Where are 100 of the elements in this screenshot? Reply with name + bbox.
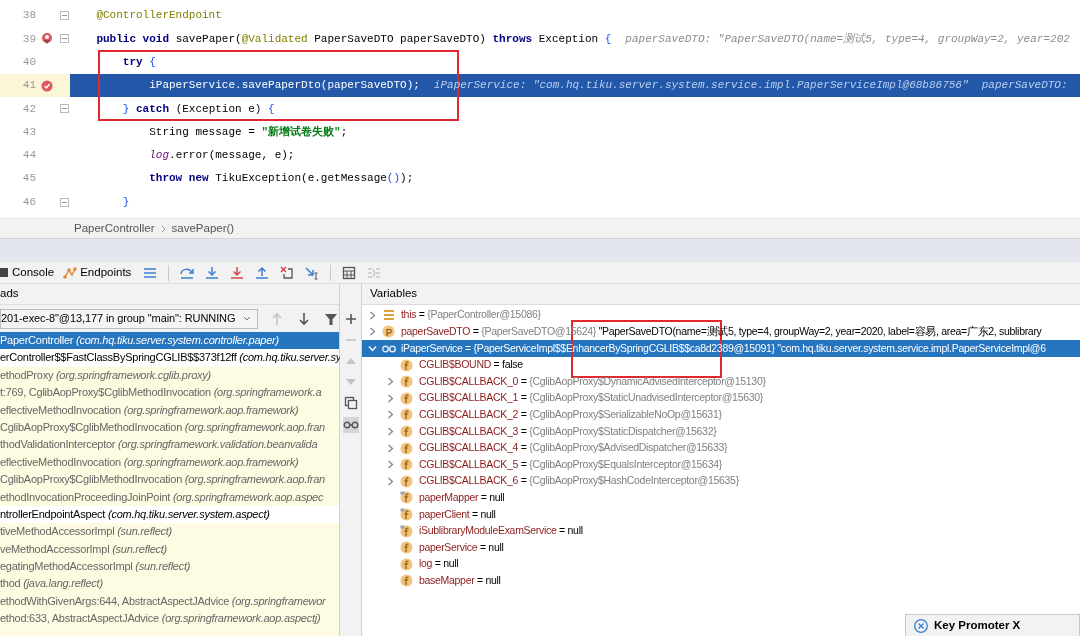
- stack-frame[interactable]: CglibAopProxy$CglibMethodInvocation (org.springframework.aop.fran: [0, 471, 339, 489]
- field-icon: [400, 391, 413, 405]
- force-step-into-icon[interactable]: [230, 265, 245, 280]
- console-icon: [0, 267, 9, 278]
- field-icon: [400, 458, 413, 472]
- notification-popup[interactable]: Key Promoter X: [905, 614, 1080, 636]
- menu-icon[interactable]: [143, 265, 158, 280]
- caret-icon: [243, 316, 251, 321]
- thread-dropdown[interactable]: 201-exec-8"@13,177 in group "main": RUNNING: [0, 308, 258, 329]
- stack-frame[interactable]: ethodWithGivenArgs:644, AbstractAspectJAdvice (org.springframewor: [0, 592, 339, 611]
- tree-row[interactable]: this = {PaperController@15086}: [362, 307, 1080, 324]
- field-icon: [400, 441, 413, 455]
- inline-value-hint: paperSaveDTO: "PaperSaveDTO(name=测试5, type=4, groupWay=2, year=202: [625, 31, 1070, 47]
- line-number: 44: [21, 148, 36, 164]
- variable-entry: paperMapper = null: [419, 489, 505, 505]
- code-line: log.error(message, e);: [148, 148, 295, 164]
- field-icon: [400, 524, 413, 538]
- run-to-cursor-icon[interactable]: [305, 265, 320, 280]
- field-icon: [400, 557, 413, 571]
- line-number: 46: [21, 194, 36, 210]
- fold-icon[interactable]: [59, 11, 69, 21]
- tree-row[interactable]: CGLIB$BOUND = false: [362, 356, 1080, 374]
- step-into-icon[interactable]: [205, 265, 220, 280]
- variable-entry: paperClient = null: [419, 506, 496, 522]
- tree-row[interactable]: baseMapper = null: [362, 572, 1080, 590]
- code-line: String message = "新增试卷失败";: [148, 124, 348, 140]
- stack-frame[interactable]: ethod:633, AbstractAspectJAdvice (org.springframework.aop.aspectj): [0, 610, 339, 628]
- stack-frame[interactable]: tiveMethodAccessorImpl (sun.reflect): [0, 523, 339, 541]
- tree-row[interactable]: iSublibraryModuleExamService = null: [362, 522, 1080, 540]
- tree-row[interactable]: log = null: [362, 555, 1080, 573]
- code-line: public void savePaper(@Validated PaperSaveDTO paperSaveDTO) throws Exception {: [95, 31, 612, 47]
- code-line: try {: [121, 55, 156, 70]
- panel-title: ads: [0, 286, 19, 302]
- field-icon: [400, 491, 413, 505]
- variable-entry: iSublibraryModuleExamService = null: [419, 523, 583, 539]
- code-line: } catch (Exception e) {: [121, 101, 275, 117]
- tree-row[interactable]: paperService = null: [362, 539, 1080, 556]
- tree-row[interactable]: paperClient = null: [362, 506, 1080, 523]
- line-number: 39: [21, 31, 36, 47]
- tree-row[interactable]: CGLIB$CALLBACK_1 = {CglibAopProxy$StaticUnadvisedInterceptor@15630}: [362, 389, 1080, 407]
- line-number: 42: [21, 101, 36, 117]
- stack-frame[interactable]: thod (java.lang.reflect): [0, 575, 339, 593]
- calculator-icon[interactable]: [342, 265, 357, 280]
- field-icon: [400, 541, 413, 555]
- fold-icon[interactable]: [59, 104, 69, 114]
- variable-entry: CGLIB$CALLBACK_0 = {CglibAopProxy$DynamicAdvisedInterceptor@15130}: [419, 373, 766, 389]
- stack-frame[interactable]: egatingMethodAccessorImpl (sun.reflect): [0, 558, 339, 576]
- fold-icon[interactable]: [59, 34, 69, 44]
- tree-row[interactable]: CGLIB$CALLBACK_3 = {CglibAopProxy$StaticDispatcher@15632}: [362, 423, 1080, 440]
- down-arrow-icon[interactable]: [297, 311, 311, 326]
- stack-frame[interactable]: CglibAopProxy$CglibMethodInvocation (org.springframework.aop.fran: [0, 418, 339, 437]
- breadcrumb-item[interactable]: PaperController: [74, 219, 155, 238]
- stack-frame[interactable]: veMethodAccessorImpl (sun.reflect): [0, 540, 339, 559]
- breakpoint-icon[interactable]: [41, 79, 53, 92]
- code-line: }: [121, 194, 130, 210]
- field-icon: [400, 574, 413, 588]
- stack-frame[interactable]: ethodProxy (org.springframework.cglib.proxy): [0, 366, 339, 385]
- tree-row[interactable]: CGLIB$CALLBACK_4 = {CglibAopProxy$AdvisedDispatcher@15633}: [362, 439, 1080, 457]
- line-number: 45: [21, 171, 36, 187]
- tree-row[interactable]: CGLIB$CALLBACK_2 = {CglibAopProxy$SerializableNoOp@15631}: [362, 406, 1080, 424]
- stack-frame[interactable]: eflectiveMethodInvocation (org.springframework.aop.framework): [0, 453, 339, 472]
- copy-icon[interactable]: [343, 396, 358, 410]
- line-number: 38: [21, 8, 36, 24]
- tool-tab[interactable]: Console: [0, 263, 59, 282]
- stack-frame[interactable]: thodValidationInterceptor (org.springframework.validation.beanvalida: [0, 436, 339, 454]
- drop-frame-icon[interactable]: [280, 265, 295, 280]
- variable-entry: CGLIB$CALLBACK_3 = {CglibAopProxy$StaticDispatcher@15632}: [419, 423, 717, 439]
- stack-frame[interactable]: erController$$FastClassBySpringCGLIB$$373f12ff (com.hq.tiku.server.sy: [0, 349, 339, 367]
- nodes-icon: [63, 266, 78, 279]
- step-out-icon[interactable]: [255, 265, 270, 280]
- breadcrumb-item[interactable]: savePaper(): [171, 219, 235, 238]
- app-icon: [914, 618, 928, 633]
- stack-frame[interactable]: ethodInvocationProceedingJoinPoint (org.springframework.aop.aspec: [0, 488, 339, 506]
- variable-entry: CGLIB$CALLBACK_2 = {CglibAopProxy$SerializableNoOp@15631}: [419, 407, 722, 422]
- stack-frame[interactable]: eflectiveMethodInvocation (org.springframework.aop.framework): [0, 401, 339, 419]
- tool-tab[interactable]: Endpoints: [63, 263, 136, 282]
- variable-entry: CGLIB$CALLBACK_4 = {CglibAopProxy$AdvisedDispatcher@15633}: [419, 440, 728, 456]
- stack-frame[interactable]: ntrollerEndpointAspect (com.hq.tiku.server.system.aspect): [0, 505, 339, 524]
- variable-entry: log = null: [419, 556, 459, 572]
- tree-row[interactable]: CGLIB$CALLBACK_6 = {CglibAopProxy$HashCodeInterceptor@15635}: [362, 472, 1080, 490]
- code-line: @ControllerEndpoint: [95, 8, 222, 24]
- stack-frame[interactable]: PaperController (com.hq.tiku.server.system.controller.paper): [0, 332, 339, 350]
- code-line: throw new TikuException(e.getMessage());: [148, 171, 414, 187]
- chevron-icon: [160, 224, 166, 233]
- plus-icon[interactable]: [343, 312, 358, 326]
- variable-entry: CGLIB$CALLBACK_6 = {CglibAopProxy$HashCodeInterceptor@15635}: [419, 473, 739, 489]
- stack-frame[interactable]: t:769, CglibAopProxy$CglibMethodInvocation (org.springframework.a: [0, 384, 339, 402]
- glasses-icon[interactable]: [342, 417, 359, 433]
- panel-title: Variables: [370, 286, 418, 302]
- filter-icon[interactable]: [324, 311, 338, 326]
- field-icon: [400, 408, 413, 422]
- code-line: iPaperService.savePaperDto(paperSaveDTO);: [148, 78, 420, 94]
- fold-icon[interactable]: [59, 197, 69, 207]
- variable-entry: this = {PaperController@15086}: [401, 307, 541, 323]
- field-icon: [400, 424, 413, 438]
- tree-row[interactable]: CGLIB$CALLBACK_0 = {CglibAopProxy$DynamicAdvisedInterceptor@15130}: [362, 373, 1080, 390]
- variable-entry: CGLIB$BOUND = false: [419, 357, 523, 373]
- tree-row[interactable]: paperMapper = null: [362, 489, 1080, 507]
- parameter-icon: [382, 325, 395, 339]
- tree-row[interactable]: CGLIB$CALLBACK_5 = {CglibAopProxy$EqualsInterceptor@15634}: [362, 456, 1080, 473]
